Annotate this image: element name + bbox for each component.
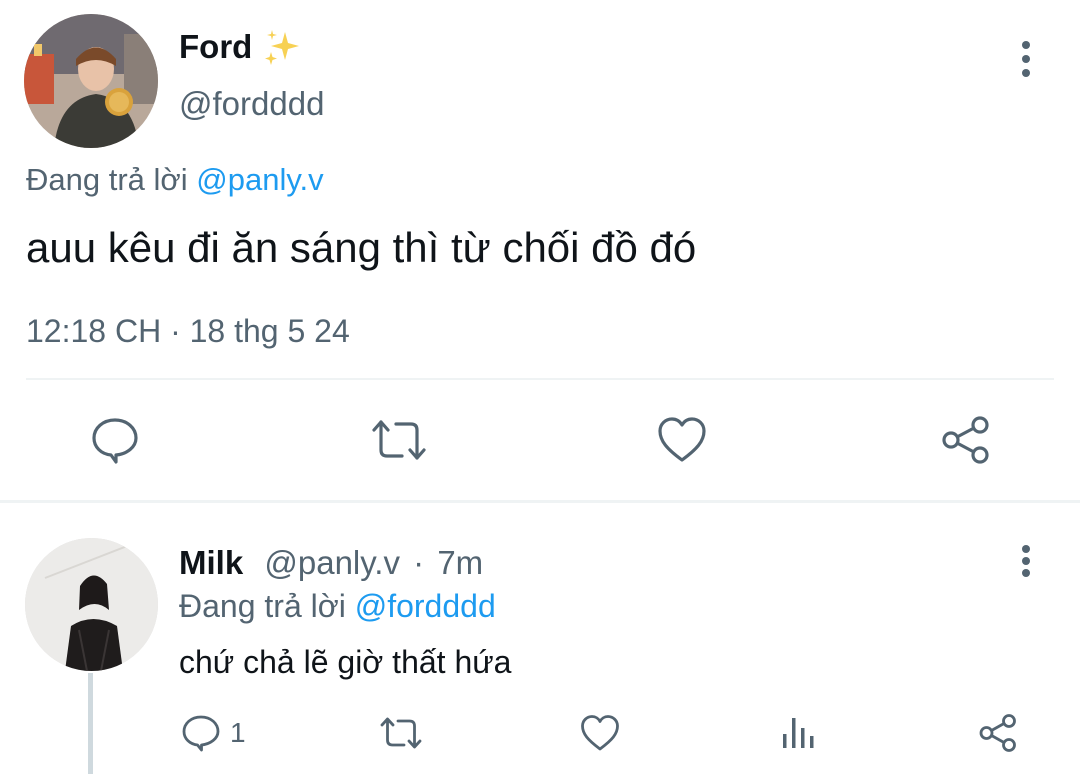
reply-like-icon[interactable] [580, 714, 620, 752]
reply-retweet-icon[interactable] [379, 716, 423, 750]
analytics-icon[interactable] [780, 714, 816, 750]
sparkles-emoji-icon [265, 30, 299, 65]
reply-author-handle[interactable]: @panly.v [264, 544, 400, 581]
tweet-text: auu kêu đi ăn sáng thì từ chối đồ đó [26, 224, 697, 271]
replying-prefix: Đang trả lời [26, 162, 188, 197]
tweet-detail-view: Ford @fordddd Đang trả lời @panly.v auu … [0, 0, 1080, 774]
avatar-photo-ford [24, 14, 158, 148]
replying-to-mention[interactable]: @panly.v [196, 162, 323, 197]
meta-separator: · [413, 544, 425, 581]
reply-time-ago[interactable]: 7m [437, 544, 483, 581]
avatar-photo-milk [25, 538, 158, 671]
share-icon[interactable] [940, 415, 992, 465]
tweet-timestamp[interactable]: 12:18 CH · 18 thg 5 24 [26, 311, 350, 351]
reply-share-icon[interactable] [978, 713, 1018, 753]
reply-header: Milk @panly.v · 7m [179, 543, 483, 583]
more-options-icon[interactable] [1020, 41, 1032, 77]
section-divider [0, 500, 1080, 503]
reply-more-options-icon[interactable] [1020, 545, 1032, 577]
author-handle[interactable]: @fordddd [179, 84, 324, 124]
author-avatar[interactable] [24, 14, 158, 148]
replying-to: Đang trả lời @panly.v [26, 161, 324, 199]
reply-replying-prefix: Đang trả lời [179, 588, 346, 624]
reply-count: 1 [230, 717, 246, 748]
reply-author-name[interactable]: Milk [179, 544, 243, 581]
reply-tweet-text: chứ chả lẽ giờ thất hứa [179, 644, 512, 680]
reply-replying-to: Đang trả lời @fordddd [179, 586, 496, 626]
thread-connector-line [88, 673, 93, 774]
author-name[interactable]: Ford [179, 27, 252, 67]
divider [26, 378, 1054, 380]
reply-author-avatar[interactable] [25, 538, 158, 671]
reply-icon[interactable] [90, 415, 140, 465]
reply-replying-to-mention[interactable]: @fordddd [355, 588, 496, 624]
like-icon[interactable] [657, 416, 707, 464]
reply-reply-icon[interactable] [181, 714, 221, 752]
retweet-icon[interactable] [370, 418, 428, 462]
